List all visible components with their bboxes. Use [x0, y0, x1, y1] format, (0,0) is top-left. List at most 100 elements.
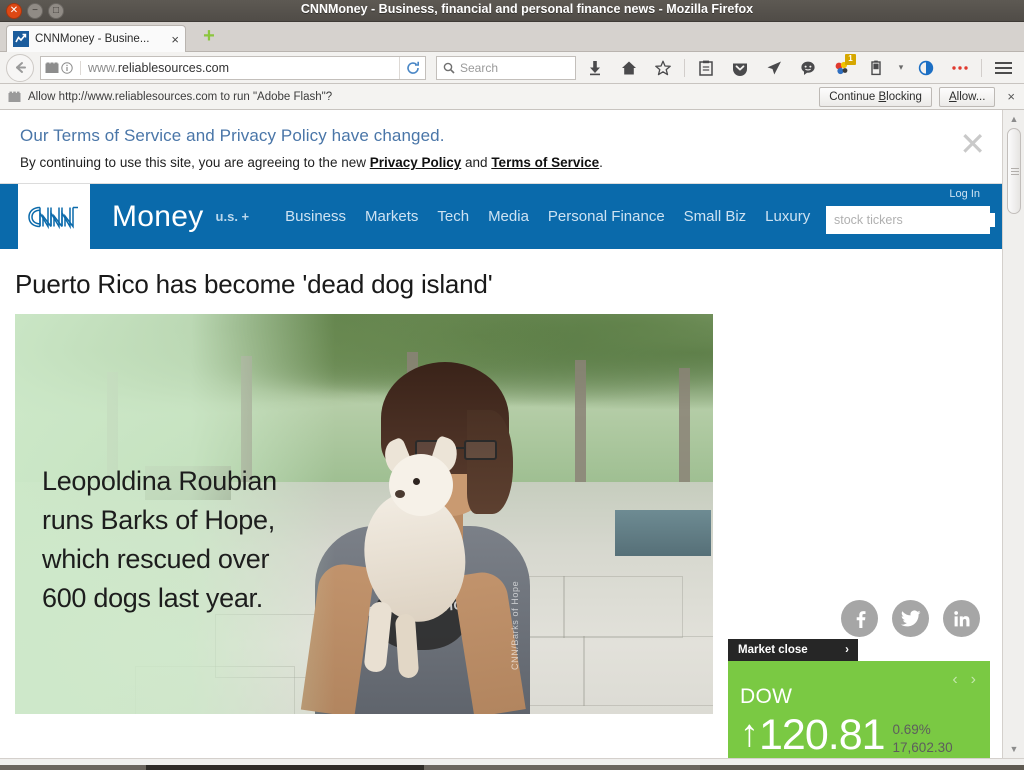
allow-button[interactable]: Allow...: [938, 86, 996, 107]
photo-credit: CNN/Barks of Hope: [510, 580, 520, 670]
market-tab-arrow-icon: ›: [845, 644, 849, 656]
article-headline: Puerto Rico has become 'dead dog island': [15, 269, 493, 299]
firefox-window: ✕ − □ CNNMoney - Business, financial and…: [0, 0, 1024, 770]
article-hero-image[interactable]: BARKS OF HOPE L: [15, 314, 713, 714]
photo-dog-head: [389, 454, 453, 516]
new-tab-button[interactable]: +: [200, 26, 218, 46]
send-tab-icon[interactable]: [759, 55, 789, 81]
market-change-value: 120.81: [759, 711, 886, 758]
market-carousel-controls: ‹ ›: [952, 671, 976, 689]
taskbar-active-window[interactable]: [146, 765, 424, 770]
chat-icon[interactable]: [793, 55, 823, 81]
back-button[interactable]: [6, 53, 34, 82]
browser-tab[interactable]: CNNMoney - Busine... ×: [6, 25, 186, 52]
photo-tree-trunk: [679, 368, 690, 498]
market-prev-icon[interactable]: ‹: [952, 671, 957, 689]
url-text[interactable]: www.reliablesources.com: [88, 61, 399, 75]
scroll-down-icon[interactable]: ▼: [1003, 740, 1024, 758]
hamburger-menu-icon[interactable]: [988, 55, 1018, 81]
tos-close-icon[interactable]: ✕: [959, 128, 986, 160]
site-identity-box[interactable]: [41, 60, 88, 75]
identity-separator: [80, 60, 81, 75]
facebook-share-icon[interactable]: [841, 600, 878, 637]
flashbar-close-icon[interactable]: ×: [1002, 89, 1020, 104]
toolbar-divider: [684, 58, 685, 77]
nav-item-markets[interactable]: Markets: [365, 208, 418, 225]
allow-label: Allow...: [948, 90, 986, 103]
home-icon[interactable]: [614, 55, 644, 81]
bookmark-star-icon[interactable]: [648, 55, 678, 81]
cnn-logo-icon[interactable]: [18, 184, 90, 249]
page-icon: [45, 62, 59, 73]
scroll-up-icon[interactable]: ▲: [1003, 110, 1024, 128]
navigation-toolbar: www.reliablesources.com Search 1 ▾: [0, 52, 1024, 84]
tos-body-mid: and: [461, 155, 492, 170]
photo-tree-trunk: [575, 360, 586, 500]
tos-body-pre: By continuing to use this site, you are …: [20, 155, 370, 170]
market-value-row: ↑ 120.81 0.69% 17,602.30: [740, 711, 990, 758]
nav-item-personal-finance[interactable]: Personal Finance: [548, 208, 665, 225]
sync-icon[interactable]: [911, 55, 941, 81]
taskbar-segment: [424, 765, 700, 770]
caption-line-3: which rescued over: [42, 543, 270, 574]
search-icon: [443, 62, 455, 74]
tos-body-post: .: [599, 155, 603, 170]
more-dots-icon[interactable]: [945, 55, 975, 81]
page-vertical-scrollbar[interactable]: ▲ ▼: [1002, 110, 1024, 758]
market-change-percent: 0.69%: [892, 722, 931, 737]
nav-item-business[interactable]: Business: [285, 208, 346, 225]
info-icon: [61, 61, 73, 74]
addon-puzzle-icon[interactable]: 1: [827, 53, 857, 81]
market-widget-body: ‹ › DOW ↑ 120.81 0.69% 17,602.30: [728, 661, 990, 758]
nav-item-media[interactable]: Media: [488, 208, 529, 225]
addon-badge-count: 1: [845, 53, 856, 65]
scrollbar-thumb[interactable]: [1007, 128, 1021, 214]
photo-caption: Leopoldina Roubian runs Barks of Hope, w…: [42, 462, 342, 618]
terms-of-service-link[interactable]: Terms of Service: [491, 155, 599, 170]
terms-of-service-banner: Our Terms of Service and Privacy Policy …: [0, 110, 1002, 184]
library-icon[interactable]: [691, 55, 721, 81]
linkedin-share-icon[interactable]: [943, 600, 980, 637]
market-next-icon[interactable]: ›: [971, 671, 976, 689]
url-domain: reliablesources.com: [117, 60, 230, 75]
pocket-icon[interactable]: [725, 55, 755, 81]
window-titlebar: ✕ − □ CNNMoney - Business, financial and…: [0, 0, 1024, 22]
battery-icon[interactable]: [861, 55, 891, 81]
web-page-content: Our Terms of Service and Privacy Policy …: [0, 110, 1002, 758]
stock-ticker-input[interactable]: [834, 213, 995, 227]
reload-button[interactable]: [399, 56, 425, 79]
search-bar[interactable]: Search: [436, 55, 576, 80]
photo-woman-hair-side: [467, 410, 513, 514]
desktop-taskbar: [0, 765, 1024, 770]
url-bar[interactable]: www.reliablesources.com: [40, 55, 426, 80]
window-title: CNNMoney - Business, financial and perso…: [300, 2, 754, 16]
caption-line-2: runs Barks of Hope,: [42, 504, 275, 535]
caption-line-4: 600 dogs last year.: [42, 582, 263, 613]
scrollbar-grip: [1011, 168, 1019, 169]
nav-item-small-biz[interactable]: Small Biz: [684, 208, 747, 225]
twitter-share-icon[interactable]: [892, 600, 929, 637]
photo-dog-nose: [395, 490, 405, 498]
caption-line-1: Leopoldina Roubian: [42, 466, 277, 496]
nav-item-luxury[interactable]: Luxury: [765, 208, 810, 225]
page-horizontal-scrollbar[interactable]: [0, 758, 1024, 765]
page-viewport: Our Terms of Service and Privacy Policy …: [0, 110, 1024, 758]
market-secondary-values: 0.69% 17,602.30: [893, 721, 953, 757]
market-status-tab[interactable]: Market close ›: [728, 639, 858, 661]
downloads-icon[interactable]: [580, 55, 610, 81]
privacy-policy-link[interactable]: Privacy Policy: [370, 155, 462, 170]
battery-dropdown-icon[interactable]: ▾: [895, 55, 907, 81]
tab-close-icon[interactable]: ×: [171, 33, 179, 46]
market-widget[interactable]: Market close › ‹ › DOW ↑ 120.81 0.69% 17…: [728, 639, 990, 758]
url-scheme-prefix: www.: [88, 60, 118, 75]
tos-heading: Our Terms of Service and Privacy Policy …: [20, 126, 445, 145]
search-placeholder: Search: [460, 60, 499, 75]
taskbar-segment: [700, 765, 1024, 770]
article-right-column: Market close › ‹ › DOW ↑ 120.81 0.69% 17…: [728, 440, 990, 758]
cnnmoney-brand-word[interactable]: Money: [112, 200, 204, 234]
login-link[interactable]: Log In: [949, 188, 980, 200]
nav-item-tech[interactable]: Tech: [437, 208, 469, 225]
edition-selector[interactable]: u.s. +: [216, 209, 250, 224]
continue-blocking-button[interactable]: Continue Blocking: [819, 86, 932, 107]
stock-ticker-search[interactable]: [826, 206, 995, 234]
